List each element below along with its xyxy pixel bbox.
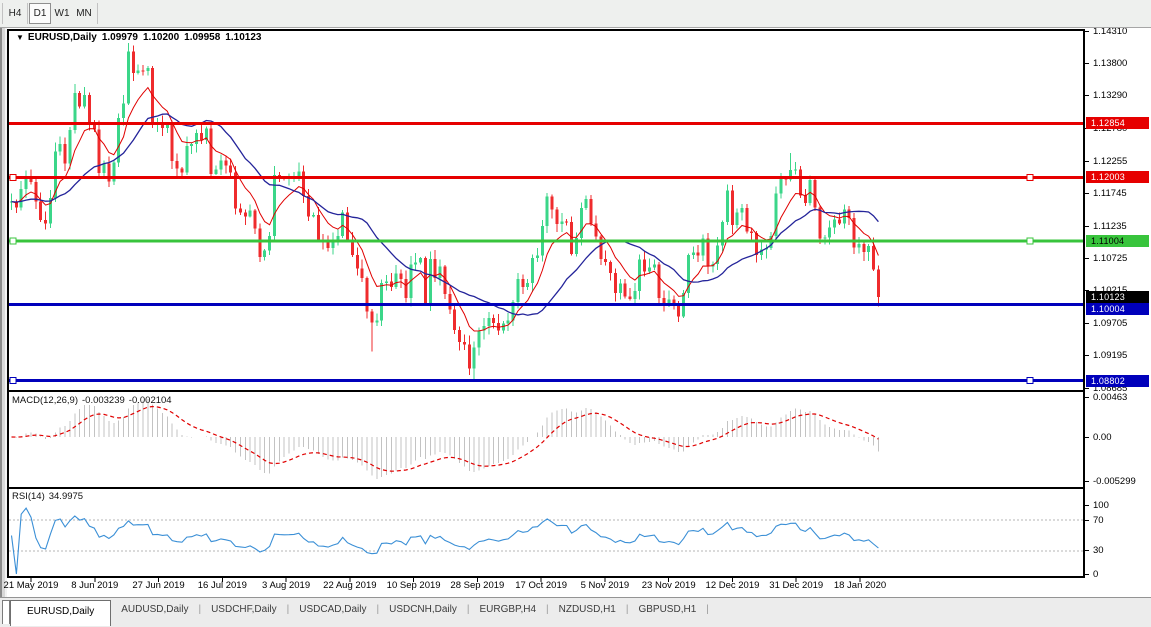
price-tick-mark (1085, 355, 1089, 357)
price-tick-mark (1085, 30, 1089, 32)
macd-tick-mark (1085, 436, 1089, 438)
price-level-label: 1.12854 (1086, 117, 1149, 130)
price-level-label: 1.10004 (1086, 302, 1149, 315)
macd-tick: 0.00463 (1093, 392, 1128, 404)
date-label: 17 Oct 2019 (515, 580, 568, 591)
timeframe-w1[interactable]: W1 (51, 3, 73, 24)
price-tick-mark (1085, 387, 1089, 389)
price-tick: 1.10725 (1093, 253, 1128, 265)
macd-tick-mark (1085, 481, 1089, 483)
rsi-tick-mark (1085, 573, 1089, 575)
date-label: 12 Dec 2019 (705, 580, 760, 591)
rsi-tick: 0 (1093, 568, 1099, 580)
macd-value: -0.003239 (82, 395, 125, 406)
bar-close: 1.10123 (225, 32, 262, 43)
rsi-tick-mark (1085, 504, 1089, 506)
price-tick-mark (1085, 258, 1089, 260)
tab-usdchf-daily[interactable]: USDCHF,Daily (201, 598, 287, 622)
tab-separator: | (706, 604, 709, 615)
date-label: 23 Nov 2019 (641, 580, 696, 591)
toolbar-separator (2, 3, 3, 24)
macd-signal-value: -0.002104 (128, 395, 172, 406)
chart-title: ▼ EURUSD,Daily 1.09979 1.10200 1.09958 1.1012… (16, 32, 266, 43)
price-tick: 1.09705 (1093, 317, 1128, 329)
date-label: 10 Sep 2019 (386, 580, 441, 591)
date-label: 18 Jan 2020 (833, 580, 887, 591)
symbol-dropdown-icon[interactable]: ▼ (16, 33, 24, 42)
price-tick: 1.12255 (1093, 155, 1128, 167)
price-tick-mark (1085, 322, 1089, 324)
timeframe-h4[interactable]: H4 (4, 3, 26, 24)
date-label: 22 Aug 2019 (323, 580, 377, 591)
rsi-caption: RSI(14) 34.9975 (12, 491, 87, 502)
price-tick: 1.13800 (1093, 57, 1128, 69)
rsi-label: RSI(14) (12, 491, 45, 502)
toolbar-separator (27, 3, 28, 24)
rsi-tick-mark (1085, 519, 1089, 521)
bar-low: 1.09958 (184, 32, 221, 43)
rsi-tick-mark (1085, 550, 1089, 552)
price-tick-mark (1085, 62, 1089, 64)
price-level-label: 1.12003 (1086, 171, 1149, 184)
date-label: 3 Aug 2019 (262, 580, 311, 591)
tab-stub[interactable] (2, 600, 10, 624)
tab-gbpusd-h1[interactable]: GBPUSD,H1 (628, 598, 706, 622)
date-label: 27 Jun 2019 (132, 580, 185, 591)
timeframe-mn[interactable]: MN (73, 3, 95, 24)
current-price-label: 1.10123 (1086, 290, 1149, 303)
rsi-tick: 70 (1093, 514, 1104, 526)
date-label: 16 Jul 2019 (197, 580, 247, 591)
rsi-tick: 30 (1093, 545, 1104, 557)
macd-label: MACD(12,26,9) (12, 395, 78, 406)
rsi-value: 34.9975 (48, 491, 84, 502)
bar-open: 1.09979 (101, 32, 138, 43)
price-tick-mark (1085, 193, 1089, 195)
price-chart[interactable] (7, 28, 1085, 597)
tab-audusd-daily[interactable]: AUDUSD,Daily (111, 598, 198, 622)
toolbar-separator (97, 3, 98, 24)
macd-caption: MACD(12,26,9) -0.003239 -0.002104 (12, 395, 176, 406)
tab-usdcad-daily[interactable]: USDCAD,Daily (289, 598, 376, 622)
chart-symbol: EURUSD,Daily (27, 32, 97, 43)
price-tick: 1.09195 (1093, 350, 1128, 362)
window-edge (0, 28, 7, 597)
tab-eurgbp-h4[interactable]: EURGBP,H4 (470, 598, 547, 622)
tab-nzdusd-h1[interactable]: NZDUSD,H1 (549, 598, 626, 622)
macd-tick: -0.005299 (1093, 476, 1136, 488)
chart-tabs-bar: EURUSD,Daily AUDUSD,Daily | USDCHF,Daily | US… (0, 597, 1151, 627)
timeframe-d1[interactable]: D1 (29, 3, 51, 24)
price-tick-mark (1085, 225, 1089, 227)
price-tick: 1.11745 (1093, 188, 1127, 200)
time-axis[interactable]: 21 May 2019 8 Jun 2019 27 Jun 2019 16 Jul 2… (3, 578, 1085, 596)
tab-eurusd-daily[interactable]: EURUSD,Daily (10, 600, 112, 626)
date-label: 21 May 2019 (3, 580, 59, 591)
price-tick-mark (1085, 95, 1089, 97)
date-label: 31 Dec 2019 (769, 580, 824, 591)
timeframe-toolbar: H4 D1 W1 MN (0, 0, 1151, 28)
rsi-tick: 100 (1093, 499, 1109, 511)
date-label: 5 Nov 2019 (580, 580, 630, 591)
tab-usdcnh-daily[interactable]: USDCNH,Daily (379, 598, 467, 622)
macd-tick-mark (1085, 397, 1089, 399)
price-level-label: 1.11004 (1086, 234, 1149, 247)
date-label: 8 Jun 2019 (71, 580, 119, 591)
bar-high: 1.10200 (142, 32, 180, 43)
date-label: 28 Sep 2019 (450, 580, 505, 591)
price-tick: 1.11235 (1093, 220, 1127, 232)
price-tick: 1.13290 (1093, 90, 1128, 102)
price-axis[interactable]: 1.143101.138001.132901.127801.122551.117… (1085, 26, 1151, 597)
price-level-label: 1.08802 (1086, 374, 1149, 387)
macd-tick: 0.00 (1093, 431, 1112, 443)
price-tick-mark (1085, 160, 1089, 162)
